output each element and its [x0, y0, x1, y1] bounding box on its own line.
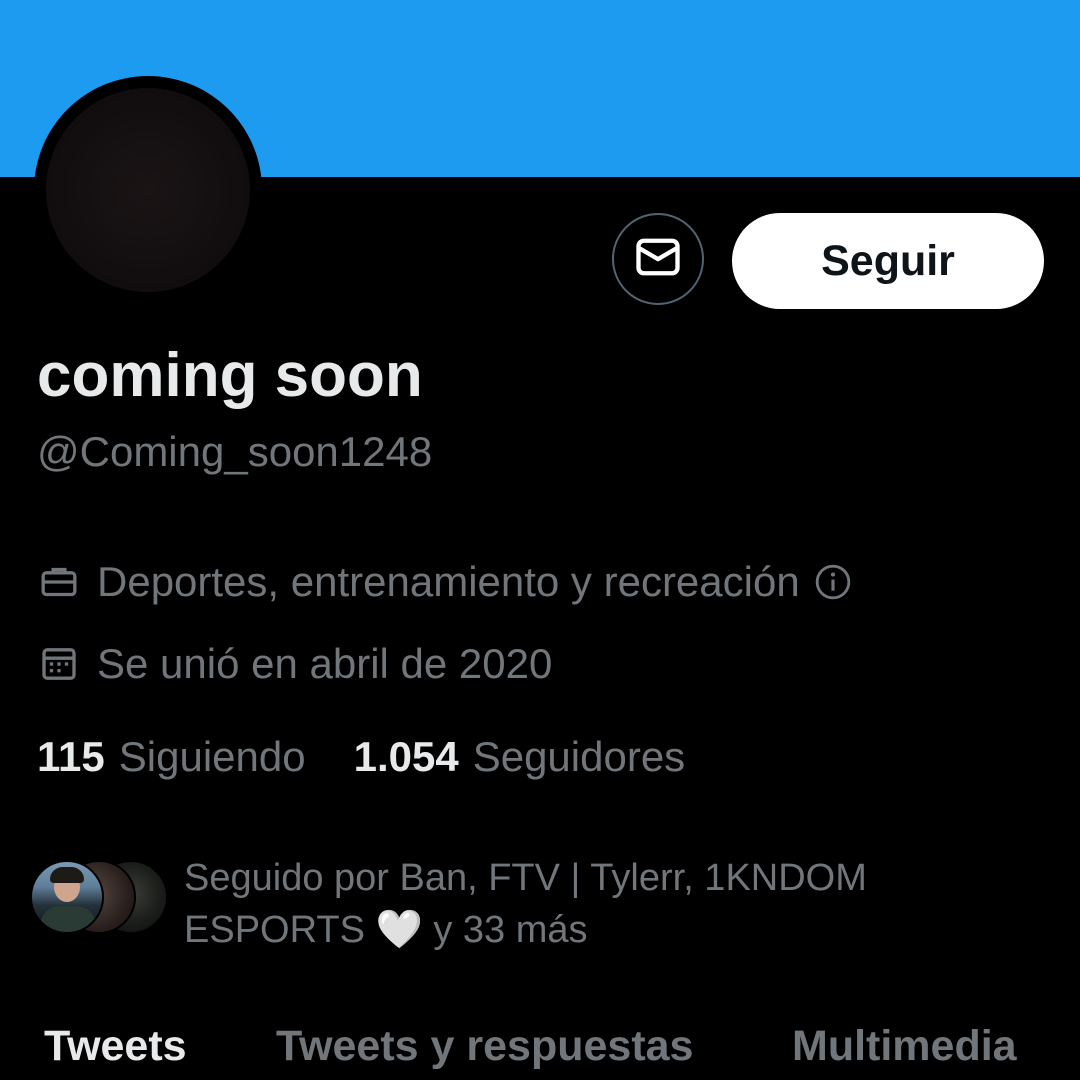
joined-date: Se unió en abril de 2020 — [97, 640, 553, 687]
avatar[interactable] — [46, 88, 250, 292]
follow-button[interactable]: Seguir — [732, 213, 1044, 309]
following-label: Siguiendo — [118, 733, 306, 780]
following-count: 115 — [37, 733, 105, 780]
briefcase-icon — [37, 560, 81, 604]
followed-by-text[interactable]: Seguido por Ban, FTV | Tylerr, 1KNDOM ES… — [184, 852, 1004, 956]
display-name: coming soon — [37, 341, 423, 410]
followed-by-more: y 33 más — [422, 909, 588, 951]
calendar-icon — [37, 642, 81, 686]
followers-count: 1.054 — [353, 733, 459, 780]
profile-category: Deportes, entrenamiento y recreación — [97, 558, 800, 605]
info-icon[interactable] — [814, 563, 852, 601]
follower-avatar — [30, 860, 104, 934]
followers-stat[interactable]: 1.054 Seguidores — [354, 733, 686, 781]
joined-date-row: Se unió en abril de 2020 — [37, 640, 552, 688]
followers-label: Seguidores — [472, 733, 686, 780]
profile-category-row: Deportes, entrenamiento y recreación — [37, 558, 852, 606]
tab-media[interactable]: Multimedia — [792, 1022, 1017, 1071]
message-button[interactable] — [612, 213, 704, 305]
tab-tweets-and-replies[interactable]: Tweets y respuestas — [276, 1022, 693, 1071]
tab-tweets[interactable]: Tweets — [44, 1022, 187, 1071]
heart-emoji: 🤍 — [375, 909, 423, 951]
user-handle: @Coming_soon1248 — [37, 428, 433, 475]
profile-tabs: Tweets Tweets y respuestas Multimedia — [0, 1022, 1080, 1080]
follow-stats: 115 Siguiendo 1.054 Seguidores — [37, 733, 733, 781]
profile-page: Seguir coming soon @Coming_soon1248 Depo… — [0, 0, 1080, 1080]
followed-by-avatars[interactable] — [30, 860, 180, 934]
following-stat[interactable]: 115 Siguiendo — [37, 733, 306, 781]
mail-icon — [632, 231, 684, 288]
